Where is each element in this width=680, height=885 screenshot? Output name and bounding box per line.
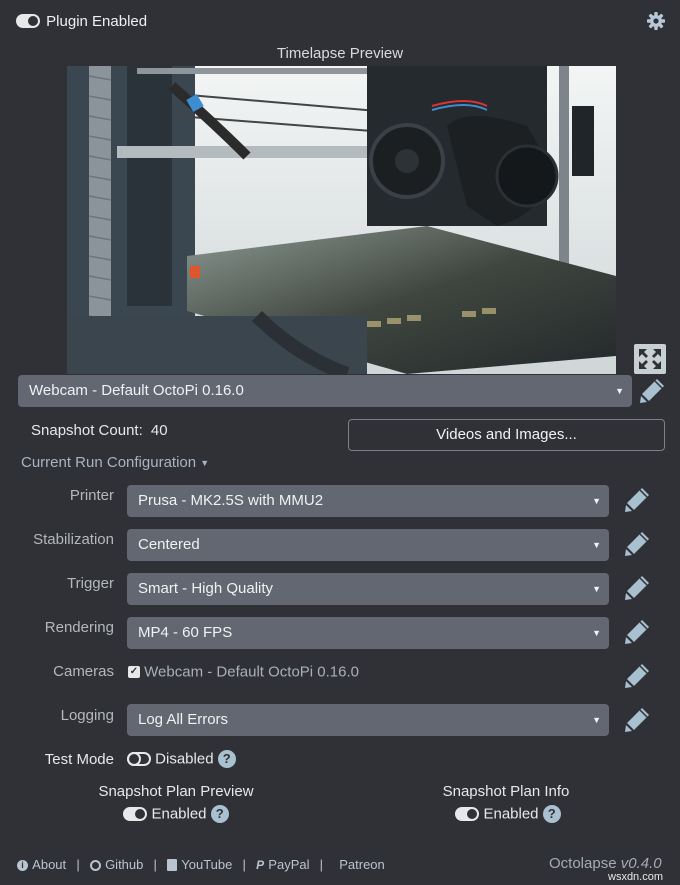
expand-arrows-icon[interactable]: [634, 344, 666, 374]
edit-stabilization-pencil-icon[interactable]: [623, 530, 651, 558]
help-icon[interactable]: ?: [217, 750, 236, 769]
chevron-down-icon: ▼: [615, 386, 624, 396]
rendering-select[interactable]: MP4 - 60 FPS ▼: [127, 617, 609, 649]
edit-trigger-pencil-icon[interactable]: [623, 574, 651, 602]
caret-down-icon: ▼: [200, 458, 210, 469]
toggle-switch-off-icon[interactable]: [127, 752, 151, 767]
plugin-enabled-toggle[interactable]: Plugin Enabled: [16, 12, 147, 30]
snapshot-plan-info-title: Snapshot Plan Info: [442, 783, 570, 800]
printer-label: Printer: [69, 487, 114, 504]
edit-rendering-pencil-icon[interactable]: [623, 618, 651, 646]
version-number: v0.4.0: [620, 855, 662, 872]
footer-link-patreon[interactable]: Patreon: [335, 856, 385, 873]
camera-select[interactable]: Webcam - Default OctoPi 0.16.0 ▼: [18, 375, 632, 407]
toggle-switch[interactable]: [123, 807, 148, 822]
chevron-down-icon: ▼: [592, 496, 601, 506]
snapshot-count-label: Snapshot Count:: [31, 422, 143, 439]
camera-select-value: Webcam - Default OctoPi 0.16.0: [29, 382, 244, 399]
help-icon[interactable]: ?: [542, 805, 561, 824]
preview-title: Timelapse Preview: [276, 45, 404, 62]
rendering-select-value: MP4 - 60 FPS: [138, 624, 233, 641]
footer-link-about[interactable]: i About: [17, 856, 70, 873]
test-mode-state: Disabled: [155, 750, 214, 768]
stabilization-select[interactable]: Centered ▼: [127, 529, 609, 561]
watermark: wsxdn.com: [608, 871, 664, 883]
footer-links: i About | Github | YouTube | P PayPal | …: [17, 856, 385, 873]
printer-select[interactable]: Prusa - MK2.5S with MMU2 ▼: [127, 485, 609, 517]
current-run-config-label: Current Run Configuration: [21, 454, 197, 471]
videos-and-images-button[interactable]: Videos and Images...: [348, 419, 665, 451]
logging-label: Logging: [60, 707, 114, 724]
footer-link-youtube[interactable]: YouTube: [163, 856, 237, 873]
chevron-down-icon: ▼: [592, 584, 601, 594]
info-icon: i: [17, 859, 28, 871]
toggle-switch[interactable]: [16, 14, 40, 29]
plugin-enabled-label: Plugin Enabled: [46, 12, 148, 30]
edit-cameras-pencil-icon[interactable]: [623, 662, 651, 690]
chevron-down-icon: ▼: [592, 715, 601, 725]
test-mode-toggle[interactable]: Disabled ?: [127, 750, 236, 769]
snapshot-count: Snapshot Count: 40: [31, 422, 168, 439]
footer-link-paypal[interactable]: P PayPal: [252, 856, 314, 873]
chevron-down-icon: ▼: [592, 628, 601, 638]
separator: |: [319, 857, 324, 872]
edit-printer-pencil-icon[interactable]: [623, 486, 651, 514]
toggle-switch[interactable]: [455, 807, 480, 822]
trigger-label: Trigger: [67, 575, 114, 592]
cameras-label: Cameras: [53, 663, 114, 680]
app-version: Octolapse v0.4.0: [549, 855, 662, 872]
separator: |: [242, 857, 246, 872]
snapshot-plan-preview-toggle[interactable]: Enabled ?: [76, 805, 276, 824]
rendering-label: Rendering: [44, 619, 114, 636]
separator: |: [76, 857, 80, 872]
app-name: Octolapse: [549, 855, 617, 872]
separator: |: [153, 857, 157, 872]
printer-select-value: Prusa - MK2.5S with MMU2: [138, 492, 324, 509]
logging-select[interactable]: Log All Errors ▼: [127, 704, 609, 736]
current-run-config-toggle[interactable]: Current Run Configuration ▼: [21, 454, 209, 471]
trigger-select-value: Smart - High Quality: [138, 580, 274, 597]
snapshot-plan-info-toggle[interactable]: Enabled ?: [408, 805, 608, 824]
camera-checkbox-label: Webcam - Default OctoPi 0.16.0: [144, 663, 359, 681]
footer-link-github[interactable]: Github: [86, 856, 148, 873]
edit-logging-pencil-icon[interactable]: [623, 706, 651, 734]
stabilization-label: Stabilization: [33, 531, 114, 548]
snapshot-plan-preview-state: Enabled: [151, 805, 207, 823]
logging-select-value: Log All Errors: [138, 711, 229, 728]
trigger-select[interactable]: Smart - High Quality ▼: [127, 573, 609, 605]
stabilization-select-value: Centered: [138, 536, 200, 553]
edit-camera-pencil-icon[interactable]: [638, 377, 666, 405]
snapshot-plan-preview-title: Snapshot Plan Preview: [98, 783, 254, 800]
camera-checkbox-item[interactable]: ✓ Webcam - Default OctoPi 0.16.0: [128, 663, 359, 681]
github-icon: [89, 859, 101, 871]
test-mode-label: Test Mode: [44, 751, 114, 768]
youtube-icon: [167, 859, 178, 872]
checkbox-checked-icon[interactable]: ✓: [128, 666, 140, 679]
chevron-down-icon: ▼: [592, 540, 601, 550]
snapshot-count-value: 40: [150, 422, 168, 439]
webcam-preview-image: [67, 66, 616, 374]
help-icon[interactable]: ?: [210, 805, 229, 824]
gear-icon[interactable]: [646, 11, 666, 31]
snapshot-plan-info-state: Enabled: [483, 805, 539, 823]
paypal-icon: P: [256, 858, 265, 873]
